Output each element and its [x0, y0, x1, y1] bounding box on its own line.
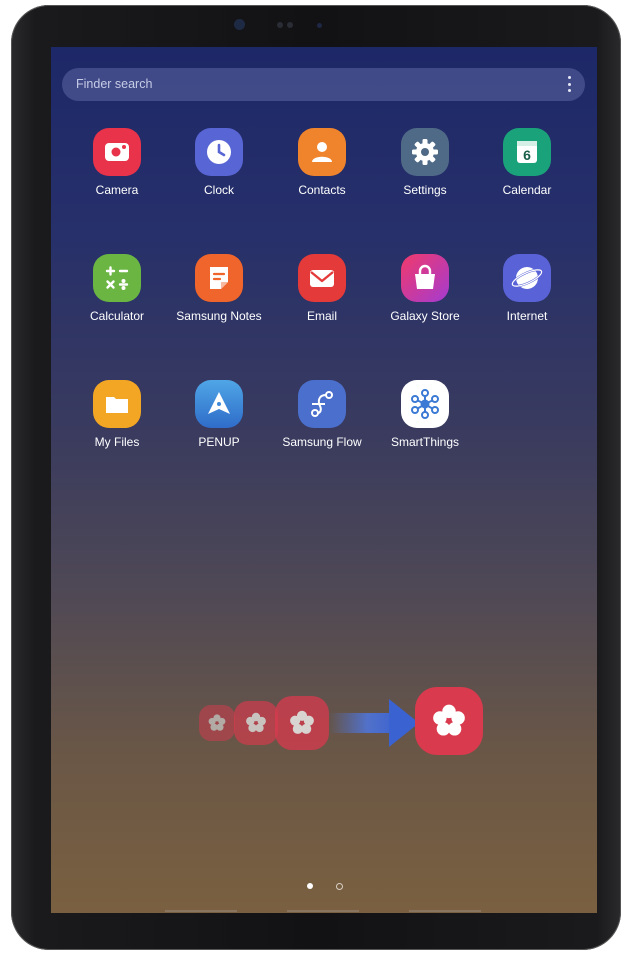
nav-bar-line [287, 910, 359, 912]
settings-icon [401, 128, 449, 176]
app-label: Calendar [502, 183, 552, 197]
app-label: Clock [203, 183, 234, 197]
app-label: SmartThings [390, 435, 460, 449]
app-calendar[interactable]: 6 Calendar [477, 128, 577, 197]
app-contacts[interactable]: Contacts [272, 128, 372, 197]
app-label: Samsung Flow [282, 435, 362, 449]
app-label: Internet [506, 309, 548, 323]
bixby-flower-icon [199, 705, 235, 741]
app-calculator[interactable]: Calculator [67, 254, 167, 323]
app-samsung-notes[interactable]: Samsung Notes [169, 254, 269, 323]
bixby-flower-icon [234, 701, 278, 745]
app-label: Camera [95, 183, 139, 197]
app-settings[interactable]: Settings [375, 128, 475, 197]
page-dot-active[interactable] [307, 883, 313, 889]
sensor-dot [317, 23, 322, 28]
nav-bar-line [409, 910, 481, 912]
app-label: Email [306, 309, 337, 323]
my-files-icon [93, 380, 141, 428]
app-label: Galaxy Store [390, 309, 460, 323]
arrow-right-icon [329, 699, 419, 747]
email-icon [298, 254, 346, 302]
bixby-flower-icon [415, 687, 483, 755]
app-smartthings[interactable]: SmartThings [375, 380, 475, 449]
smartthings-icon [401, 380, 449, 428]
app-label: My Files [94, 435, 140, 449]
contacts-icon [298, 128, 346, 176]
page-dot[interactable] [336, 883, 343, 890]
app-email[interactable]: Email [272, 254, 372, 323]
calendar-icon: 6 [503, 128, 551, 176]
app-label: PENUP [198, 435, 240, 449]
app-label: Settings [403, 183, 447, 197]
search-placeholder: Finder search [76, 77, 153, 91]
calendar-date: 6 [523, 147, 531, 163]
front-camera-icon [234, 19, 245, 30]
more-options-icon[interactable] [566, 76, 572, 92]
app-label: Samsung Notes [176, 309, 262, 323]
camera-icon [93, 128, 141, 176]
app-clock[interactable]: Clock [169, 128, 269, 197]
calculator-icon [93, 254, 141, 302]
app-label: Calculator [89, 309, 145, 323]
home-screen: Finder search Camera Clock Contacts Sett… [51, 47, 597, 913]
bixby-flower-icon [275, 696, 329, 750]
sensor-dot [287, 22, 293, 28]
clock-icon [195, 128, 243, 176]
app-penup[interactable]: PENUP [169, 380, 269, 449]
app-my-files[interactable]: My Files [67, 380, 167, 449]
app-galaxy-store[interactable]: Galaxy Store [375, 254, 475, 323]
bixby-key-illustration [199, 687, 483, 755]
penup-icon [195, 380, 243, 428]
internet-icon [503, 254, 551, 302]
app-samsung-flow[interactable]: Samsung Flow [272, 380, 372, 449]
app-label: Contacts [298, 183, 346, 197]
nav-bar-line [165, 910, 237, 912]
app-camera[interactable]: Camera [67, 128, 167, 197]
samsung-notes-icon [195, 254, 243, 302]
app-internet[interactable]: Internet [477, 254, 577, 323]
sensor-dot [277, 22, 283, 28]
finder-search-bar[interactable]: Finder search [62, 68, 585, 101]
samsung-flow-icon [298, 380, 346, 428]
galaxy-store-icon [401, 254, 449, 302]
